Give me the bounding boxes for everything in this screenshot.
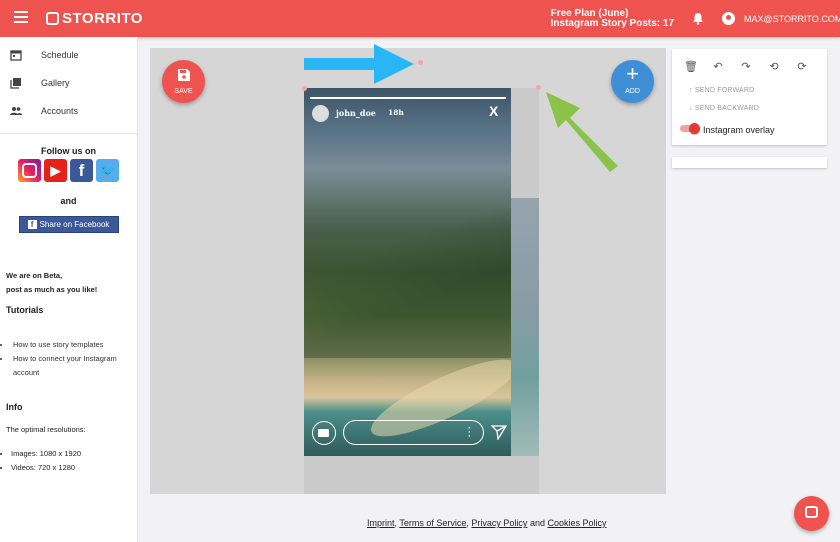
beta-notice: We are on Beta, post as much as you like…: [6, 269, 137, 297]
story-preview[interactable]: john_doe 18h X · · ·: [304, 88, 511, 456]
sidebar-item-label: Schedule: [41, 50, 79, 60]
tutorial-link[interactable]: How to connect your Instagram account: [11, 352, 137, 380]
secondary-panel: [672, 157, 827, 168]
rotate-right-icon[interactable]: ⟳: [796, 61, 808, 73]
brand-name: STORRITO: [62, 10, 143, 27]
chat-button[interactable]: [794, 496, 829, 531]
resolution-item: Videos: 720 x 1280: [11, 461, 137, 475]
resolution-item: Images: 1080 x 1920: [11, 447, 137, 461]
redo-icon[interactable]: ↷: [740, 61, 752, 73]
send-backward-label: SEND BACKWARD: [694, 105, 760, 112]
beta-line-1: We are on Beta,: [6, 271, 63, 280]
story-posts-count: Instagram Story Posts: 17: [550, 18, 674, 29]
tutorials-title: Tutorials: [6, 305, 44, 315]
send-forward-button[interactable]: ↑ SEND FORWARD: [689, 87, 754, 94]
send-backward-button[interactable]: ↓ SEND BACKWARD: [689, 105, 759, 112]
footer-links: Imprint, Terms of Service, Privacy Polic…: [367, 518, 607, 528]
tutorials-list: How to use story templates How to connec…: [0, 338, 137, 380]
info-title: Info: [6, 402, 23, 412]
calendar-icon: [10, 50, 22, 61]
facebook-icon[interactable]: f: [70, 159, 93, 182]
cookies-link[interactable]: Cookies Policy: [547, 518, 606, 528]
privacy-link[interactable]: Privacy Policy: [471, 518, 527, 528]
save-button[interactable]: SAVE: [162, 60, 205, 103]
story-username: john_doe: [336, 108, 376, 118]
follow-title: Follow us on: [41, 146, 96, 156]
send-icon: [491, 425, 507, 440]
share-label: Share on Facebook: [39, 220, 110, 229]
blue-arrow-icon: [304, 44, 414, 84]
resolutions-list: Images: 1080 x 1920 Videos: 720 x 1280: [0, 447, 137, 475]
toolbar: 🗑 ↶ ↷ ⟲ ⟳: [684, 61, 808, 73]
and-text: and: [60, 196, 77, 206]
send-message-field: · · ·: [343, 420, 484, 445]
notifications-bell-icon[interactable]: [692, 12, 704, 25]
story-time: 18h: [388, 108, 404, 117]
story-progress-bar: [310, 97, 506, 99]
mountain-shade: [304, 208, 511, 358]
instagram-overlay-toggle[interactable]: [680, 123, 700, 134]
toggle-knob: [689, 123, 700, 134]
imprint-link[interactable]: Imprint: [367, 518, 395, 528]
account-circle-icon[interactable]: [722, 12, 735, 25]
terms-link[interactable]: Terms of Service: [399, 518, 466, 528]
layer-tools-panel: 🗑 ↶ ↷ ⟲ ⟳ ↑ SEND FORWARD ↓ SEND BACKWARD…: [672, 49, 827, 145]
twitter-icon[interactable]: 🐦: [96, 159, 119, 182]
info-text: The optimal resolutions:: [6, 425, 86, 434]
save-label: SAVE: [174, 88, 193, 95]
beta-line-2: post as much as you like!: [6, 285, 98, 294]
sidebar-item-gallery[interactable]: Gallery: [0, 69, 137, 97]
rotate-left-icon[interactable]: ⟲: [768, 61, 780, 73]
more-vert-icon: · · ·: [468, 423, 471, 441]
green-arrow-icon: [546, 92, 618, 172]
sidebar-item-label: Gallery: [41, 78, 70, 88]
people-icon: [10, 107, 22, 115]
menu-icon[interactable]: [14, 11, 28, 23]
share-on-facebook-button[interactable]: f Share on Facebook: [18, 216, 119, 233]
story-close: X: [489, 103, 499, 119]
footer-and: and: [529, 518, 545, 528]
gallery-icon: [10, 78, 21, 89]
facebook-small-icon: f: [27, 220, 37, 229]
sidebar-item-accounts[interactable]: Accounts: [0, 97, 137, 125]
plan-info: Free Plan (June) Instagram Story Posts: …: [551, 9, 674, 29]
divider: [0, 133, 137, 134]
image-overflow: [511, 198, 539, 456]
social-links: ▶ f 🐦: [0, 159, 137, 182]
user-email[interactable]: MAX@STORRITO.COM: [744, 14, 840, 24]
delete-icon[interactable]: 🗑: [684, 61, 698, 73]
undo-icon[interactable]: ↶: [712, 61, 724, 73]
arrow-up-icon: ↑: [689, 87, 693, 94]
plus-icon: +: [626, 61, 639, 86]
youtube-icon[interactable]: ▶: [44, 159, 67, 182]
save-icon: [178, 69, 190, 81]
avatar: [312, 105, 329, 122]
top-app-bar: STORRITO Free Plan (June) Instagram Stor…: [0, 0, 840, 37]
sidebar-item-label: Accounts: [41, 106, 79, 116]
send-forward-label: SEND FORWARD: [694, 87, 755, 94]
brand-logo[interactable]: STORRITO: [46, 10, 143, 27]
camera-icon: [312, 421, 336, 445]
instagram-icon[interactable]: [18, 159, 41, 182]
logo-mark-icon: [46, 12, 59, 25]
sidebar-item-schedule[interactable]: Schedule: [0, 41, 137, 69]
tutorial-link[interactable]: How to use story templates: [11, 338, 137, 352]
arrow-down-icon: ↓: [689, 105, 693, 112]
instagram-overlay-label: Instagram overlay: [703, 125, 775, 135]
sidebar: Schedule Gallery Accounts Follow us on ▶…: [0, 37, 138, 542]
